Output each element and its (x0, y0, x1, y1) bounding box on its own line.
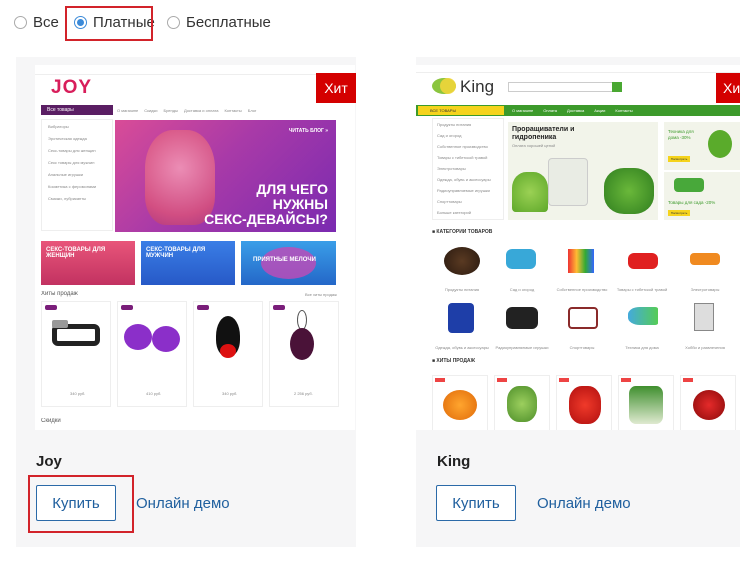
joy-product-4: 2 256 руб. (269, 301, 339, 407)
preview-joy[interactable]: JOY Все товары О магазине Скидки Бренды Дос… (35, 65, 355, 430)
highlight-paid (65, 6, 153, 41)
king-search (508, 82, 620, 92)
highlight-buy-joy (28, 475, 134, 533)
joy-product-1: 340 руб. (41, 301, 111, 407)
king-side-menu: Продукты питания Сад и огород Собственно… (432, 118, 504, 220)
joy-promo-women: СЕКС-ТОВАРЫ ДЛЯ ЖЕНЩИН (41, 241, 135, 285)
joy-side-menu: Вибраторы Эротическая одежда Секс-товары… (41, 119, 113, 231)
king-hero-banner: Проращиватели и гидропеника Оплата хорош… (508, 122, 658, 220)
king-categories-grid: Продукты питания Сад и огород Собственно… (432, 243, 740, 353)
filter-free-label: Бесплатные (186, 14, 271, 31)
joy-discounts: Скидки (41, 418, 61, 424)
king-logo: King (460, 77, 495, 96)
king-hits-title: ■ ХИТЫ ПРОДАЖ (432, 358, 476, 364)
joy-promo-small: ПРИЯТНЫЕ МЕЛОЧИ (241, 241, 336, 285)
radio-all[interactable] (14, 16, 27, 29)
badge-hit-joy: Хит (316, 73, 356, 103)
joy-product-2: 410 руб. (117, 301, 187, 407)
badge-hit-king: Хит (716, 73, 740, 103)
filter-all[interactable]: Все (14, 14, 59, 31)
card-title-king: King (437, 453, 471, 470)
joy-hits-title: Хиты продаж (41, 291, 78, 297)
card-title-joy: Joy (36, 453, 62, 470)
filter-free[interactable]: Бесплатные (167, 14, 271, 31)
joy-catalog: Все товары (41, 105, 113, 115)
king-side-promo-2: Товары для сада -20% Посмотреть (664, 172, 740, 220)
joy-hero-banner: ЧИТАТЬ БЛОГ » ДЛЯ ЧЕГО НУЖНЫ СЕКС-ДЕВАЙС… (115, 120, 336, 232)
joy-product-3: 340 руб. (193, 301, 263, 407)
radio-free[interactable] (167, 16, 180, 29)
joy-hits-all: Все хиты продаж (305, 292, 337, 297)
preview-king[interactable]: King ВСЕ ТОВАРЫ О магазине Оплата Доставка… (416, 65, 740, 430)
king-hits-row (432, 375, 740, 430)
demo-link-joy[interactable]: Онлайн демо (136, 495, 230, 512)
king-side-promo-1: Техника для дома -30% Посмотреть (664, 122, 740, 170)
joy-promo-men: СЕКС-ТОВАРЫ ДЛЯ МУЖЧИН (141, 241, 235, 285)
buy-button-king[interactable]: Купить (436, 485, 516, 521)
joy-logo: JOY (51, 77, 93, 98)
king-catalog: ВСЕ ТОВАРЫ (418, 106, 504, 115)
filter-all-label: Все (33, 14, 59, 31)
king-categories-title: ■ КАТЕГОРИИ ТОВАРОВ (432, 229, 493, 235)
demo-link-king[interactable]: Онлайн демо (537, 495, 631, 512)
joy-nav: О магазине Скидки Бренды Доставка и оплата К… (117, 108, 257, 113)
